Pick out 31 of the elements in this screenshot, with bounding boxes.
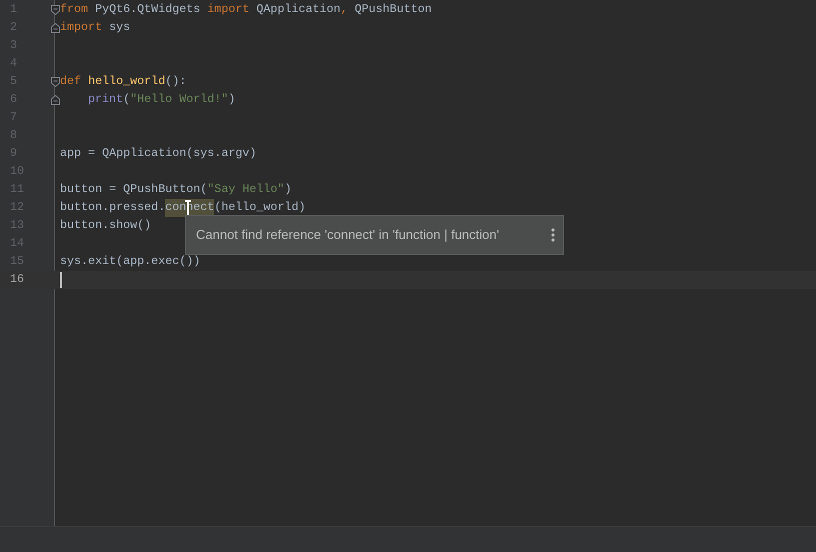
code-text: "Hello World!"	[130, 91, 228, 108]
fold-marker-icon[interactable]	[51, 23, 60, 33]
line-number: 16	[9, 271, 26, 288]
code-text: )	[228, 91, 236, 108]
code-text: button.show()	[60, 217, 152, 234]
more-options-icon[interactable]	[551, 228, 555, 242]
code-text: hello_world	[88, 73, 166, 90]
code-text: QApplication	[256, 1, 341, 18]
code-text: "Say Hello"	[207, 181, 284, 198]
code-text: sys	[109, 19, 130, 36]
code-text: (hello_world)	[214, 199, 306, 216]
code-text: def	[60, 73, 82, 90]
code-text: ,	[340, 1, 349, 18]
code-text: print	[88, 91, 124, 108]
fold-marker-icon[interactable]	[51, 5, 60, 15]
code-text: import	[207, 1, 250, 18]
code-text: app = QApplication(sys.argv)	[60, 145, 256, 162]
text-caret	[60, 272, 62, 288]
code-text: sys.exit(app.exec())	[60, 253, 200, 270]
code-text: ():	[165, 73, 186, 90]
fold-marker-icon[interactable]	[51, 77, 60, 87]
code-text: (	[123, 91, 130, 108]
code-text: PyQt6.QtWidgets	[95, 1, 202, 18]
tooltip-message: Cannot find reference 'connect' in 'function | function'	[196, 226, 500, 244]
code-text: QPushButton	[354, 1, 432, 18]
code-text: from	[60, 1, 90, 18]
code-text: button.pressed.	[60, 199, 166, 216]
fold-marker-icon[interactable]	[51, 95, 60, 105]
code-text: import	[60, 19, 104, 36]
code-text: button = QPushButton(	[60, 181, 208, 198]
code-text: )	[284, 181, 292, 198]
